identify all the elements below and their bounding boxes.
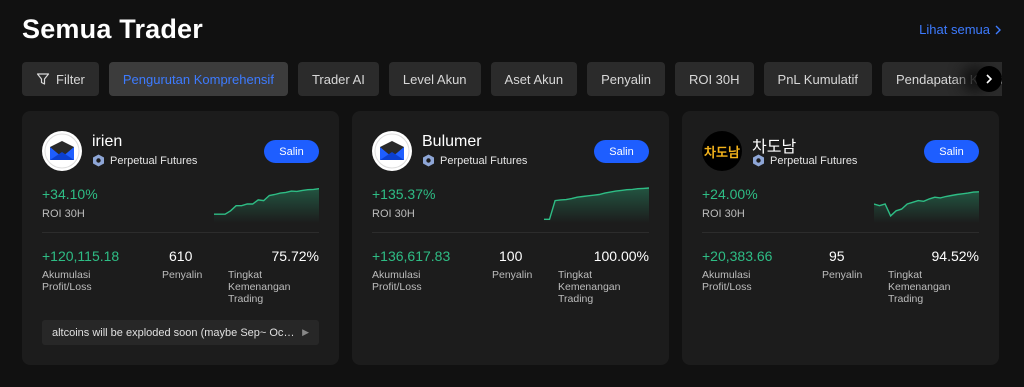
profit-label: Akumulasi Profit/Loss [372, 269, 422, 293]
filter-chip-label: ROI 30H [688, 71, 740, 87]
profit-label: Akumulasi Profit/Loss [702, 269, 752, 293]
filter-icon [36, 73, 50, 85]
filter-chip-row: Filter Pengurutan Komprehensif Trader AI Le… [22, 62, 1002, 96]
trader-avatar: 차도남 [702, 131, 742, 171]
copiers-value: 100 [499, 248, 523, 264]
profit-value: +136,617.83 [372, 248, 451, 264]
chevron-right-icon [986, 74, 993, 84]
page-title: Semua Trader [22, 14, 203, 44]
roi-sparkline [214, 188, 319, 223]
roi-label: ROI 30H [42, 208, 85, 220]
section-header: Semua Trader Lihat semua [22, 14, 1002, 48]
sparkline-area [874, 191, 979, 223]
see-all-label: Lihat semua [919, 22, 990, 37]
copiers-label: Penyalin [822, 269, 863, 281]
roi-sparkline [874, 191, 979, 223]
trader-note[interactable]: altcoins will be exploded soon (maybe Se… [42, 320, 319, 345]
win-rate-value: 100.00% [593, 248, 649, 264]
trader-avatar [42, 131, 82, 171]
futures-badge-icon [753, 154, 764, 167]
trader-tag-label: Perpetual Futures [770, 154, 858, 167]
copy-button[interactable]: Salin [264, 140, 319, 163]
roi-label: ROI 30H [702, 208, 745, 220]
trader-name[interactable]: irien [92, 133, 122, 151]
filter-chip[interactable]: Trader AI [297, 62, 379, 96]
trader-card[interactable]: irien Perpetual Futures Salin +34.10% ROI 30… [22, 111, 339, 365]
trader-tag: Perpetual Futures [422, 154, 527, 167]
trader-tag-label: Perpetual Futures [110, 154, 198, 167]
trader-tag: Perpetual Futures [752, 154, 857, 167]
copiers-label: Penyalin [492, 269, 533, 281]
sparkline-area [544, 188, 649, 223]
filter-chip[interactable]: Penyalin [587, 62, 665, 96]
filter-chip[interactable]: Pengurutan Komprehensif [108, 62, 288, 96]
trader-tag: Perpetual Futures [92, 154, 197, 167]
roi-value: +135.37% [372, 186, 436, 202]
futures-badge-icon [93, 154, 104, 167]
divider [372, 232, 649, 233]
filter-chip-label: Pengurutan Komprehensif [122, 71, 274, 87]
trader-name[interactable]: Bulumer [422, 133, 482, 151]
filter-chip[interactable]: Level Akun [388, 62, 481, 96]
copiers-value: 95 [829, 248, 845, 264]
filter-chip-label: Filter [56, 71, 85, 87]
see-all-link[interactable]: Lihat semua [919, 22, 1002, 37]
roi-sparkline [544, 187, 649, 223]
trader-card[interactable]: Bulumer Perpetual Futures Salin +135.37% ROI… [352, 111, 669, 365]
win-rate-label: Tingkat Kemenangan Trading [558, 269, 621, 305]
profit-label: Akumulasi Profit/Loss [42, 269, 92, 293]
filter-chip-label: Trader AI [311, 71, 365, 87]
sparkline-area [214, 188, 319, 223]
trader-card-list: irien Perpetual Futures Salin +34.10% ROI 30… [22, 111, 999, 365]
chevron-right-icon [995, 25, 1001, 34]
filter-chip-label: Aset Akun [504, 71, 564, 87]
trader-tag-label: Perpetual Futures [440, 154, 528, 167]
roi-value: +24.00% [702, 186, 758, 202]
trader-card[interactable]: 차도남 차도남 Perpetual Futures Salin +24.00% ROI 3… [682, 111, 999, 365]
win-rate-label: Tingkat Kemenangan Trading [888, 269, 951, 305]
trader-note-text: altcoins will be exploded soon (maybe Se… [52, 326, 297, 339]
futures-badge-icon [423, 154, 434, 167]
win-rate-value: 94.52% [931, 248, 979, 264]
roi-value: +34.10% [42, 186, 98, 202]
copy-button[interactable]: Salin [594, 140, 649, 163]
filter-chip-label: Level Akun [402, 71, 467, 87]
divider [42, 232, 319, 233]
roi-label: ROI 30H [372, 208, 415, 220]
filter-chip[interactable]: Filter [22, 62, 99, 96]
copiers-value: 610 [169, 248, 193, 264]
copy-button[interactable]: Salin [924, 140, 979, 163]
win-rate-value: 75.72% [271, 248, 319, 264]
filter-chip[interactable]: PnL Kumulatif [763, 62, 872, 96]
envelope-logo-icon [374, 133, 410, 169]
divider [702, 232, 979, 233]
win-rate-label: Tingkat Kemenangan Trading [228, 269, 291, 305]
filter-bar: Filter Pengurutan Komprehensif Trader AI Le… [22, 62, 1002, 96]
filter-chip-label: Penyalin [601, 71, 651, 87]
filter-chip-label: PnL Kumulatif [777, 71, 858, 87]
chadonam-logo-icon: 차도남 [704, 145, 740, 161]
profit-value: +120,115.18 [42, 248, 120, 264]
scroll-right-button[interactable] [976, 66, 1002, 92]
filter-chip[interactable]: ROI 30H [674, 62, 754, 96]
trader-avatar [372, 131, 412, 171]
play-arrow-icon: ▶ [302, 327, 309, 337]
envelope-logo-icon [44, 133, 80, 169]
profit-value: +20,383.66 [702, 248, 773, 264]
filter-chip[interactable]: Aset Akun [490, 62, 578, 96]
copiers-label: Penyalin [162, 269, 203, 281]
